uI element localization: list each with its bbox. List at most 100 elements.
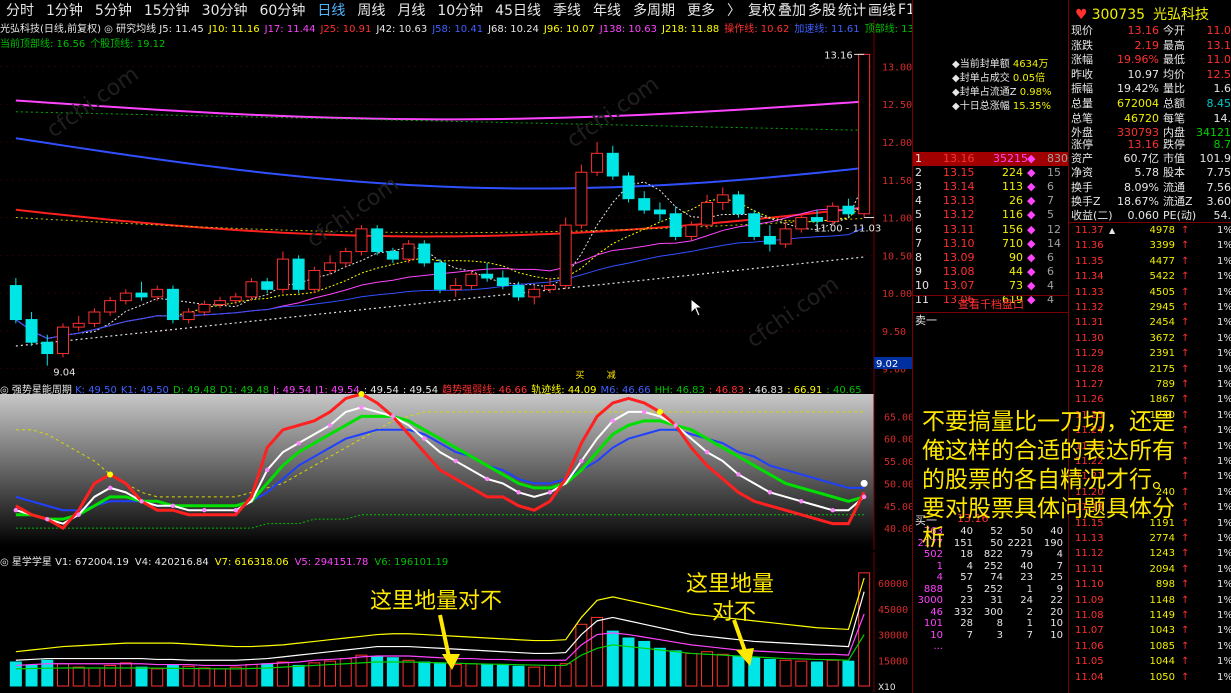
indicator-value: : 46.83 — [708, 385, 745, 396]
period-tab[interactable]: 年线 — [587, 0, 627, 20]
quote-row: 振幅 19.42% 量比 1.6 — [1069, 82, 1231, 96]
stock-header: ♥ 300735 光弘科技 — [1069, 4, 1231, 24]
level-marker-icon: ◆ — [1027, 250, 1036, 264]
tick-percent: 1% — [1217, 425, 1231, 437]
toolbar-tool-button[interactable]: 统计 — [837, 0, 867, 20]
indicator-info-bar: ◎ 强势星能周期 K: 49.50 K1: 49.50 D: 49.48 D1: 49… — [0, 381, 866, 396]
order-book-row: 7 13.10 710 ◆ 14 — [913, 237, 1069, 251]
quote-value: 12.5 — [1206, 67, 1231, 81]
y-tick-label: 10.00 — [882, 289, 912, 300]
annotation-arrow-right — [732, 619, 754, 666]
quote-label: 最高 — [1163, 38, 1185, 52]
level-volume: 90 — [1009, 250, 1023, 264]
period-tab[interactable]: 日线 — [311, 0, 351, 20]
queue-cell: 252 — [983, 560, 1003, 572]
queue-cell: 7 — [1026, 629, 1033, 641]
tick-percent: 1% — [1217, 317, 1231, 329]
stat-label: PE(动) — [1163, 209, 1197, 222]
tick-row: 11.35 4477 ↑ 1% — [1069, 255, 1231, 269]
stat-label: 收益(二) — [1071, 209, 1113, 222]
view-thousand-button[interactable]: 查看千档盘口 — [913, 295, 1069, 313]
period-tab[interactable]: 15分钟 — [138, 0, 196, 20]
volume-bar — [842, 660, 855, 687]
tick-price: 11.10 — [1075, 579, 1104, 591]
volume-bar — [261, 663, 274, 687]
tick-volume: 2454 — [1149, 317, 1175, 329]
stat-value: 8.09% — [1124, 180, 1159, 194]
y-tick-label: 10.50 — [882, 251, 912, 262]
period-tab[interactable]: 月线 — [391, 0, 431, 20]
candle-body — [481, 273, 494, 279]
queue-cell: 7 — [966, 629, 973, 641]
order-book-row: 8 13.09 90 ◆ 6 — [913, 251, 1069, 265]
volume-bar — [669, 650, 682, 687]
tick-row: 11.29 2391 ↑ 1% — [1069, 347, 1231, 361]
y-tick-label: 13.00 — [882, 62, 912, 73]
toolbar-tool-button[interactable]: 画线 — [867, 0, 897, 20]
level-volume: 44 — [1009, 264, 1023, 278]
tick-percent: 1% — [1217, 302, 1231, 313]
queue-row: 101 28 8 1 10 — [913, 618, 1069, 630]
candle-body — [716, 194, 729, 203]
toolbar-tool-button[interactable]: 多股 — [807, 0, 837, 20]
quote-row: 涨幅 19.96% 最低 11.0 — [1069, 53, 1231, 67]
level-number: 3 — [915, 180, 922, 194]
quote-label: 今开 — [1163, 24, 1185, 37]
indicator-value: D1: 49.48 — [219, 385, 270, 396]
queue-row: 4 57 74 23 25 — [913, 572, 1069, 584]
period-tab[interactable]: 分时 — [0, 0, 40, 20]
candle-body — [575, 171, 588, 226]
queue-cell: 252 — [983, 583, 1003, 595]
period-tab[interactable]: 1分钟 — [40, 0, 89, 20]
indicator-value: J1: 49.54 — [315, 385, 360, 396]
candle-body — [638, 198, 651, 211]
queue-cell: 4 — [936, 572, 943, 583]
indicator-value: 趋势强弱线: 46.66 — [442, 385, 528, 396]
volume-bar — [653, 647, 666, 687]
period-tab[interactable]: 周线 — [351, 0, 391, 20]
signal-dot — [107, 471, 114, 478]
indicator-chart[interactable]: 65.00 60.00 55.00 50.00 45.00 40.00 — [0, 380, 912, 550]
period-tab[interactable]: 10分钟 — [431, 0, 489, 20]
level-number: 10 — [915, 278, 929, 292]
period-tab[interactable]: 更多 — [681, 0, 721, 20]
volume-bar — [119, 662, 132, 687]
queue-cell: 25 — [1050, 572, 1063, 583]
stat-label: 涨停 — [1071, 138, 1093, 151]
seal-info-value: 4634万 — [1012, 59, 1049, 70]
quote-label: 总量 — [1071, 97, 1093, 110]
volume-bar — [606, 630, 619, 687]
toolbar-tool-button[interactable]: 叠加 — [777, 0, 807, 20]
period-tab[interactable]: 45日线 — [489, 0, 547, 20]
level-extra: 6 — [1047, 250, 1054, 264]
quote-label: 涨跌 — [1071, 38, 1093, 52]
candle-body — [653, 209, 666, 215]
candle-body — [56, 326, 69, 355]
stat-value: 18.67% — [1117, 194, 1159, 208]
level-number: 2 — [915, 166, 922, 180]
seal-info-label: ◆十日总涨幅 — [952, 101, 1013, 112]
tick-row: 11.27 789 ↑ 1% — [1069, 378, 1231, 392]
period-tab[interactable]: 5分钟 — [89, 0, 138, 20]
period-tab[interactable]: 多周期 — [627, 0, 681, 20]
tick-percent: 1% — [1217, 363, 1231, 375]
seal-info-box: ◆当前封单额 4634万 ◆封单占成交 0.05倍 ◆封单占流通Z 0.98% ◆十日… — [952, 58, 1052, 114]
tick-percent: 1% — [1217, 502, 1231, 514]
candle-body — [386, 251, 399, 260]
quote-label: 总笔 — [1071, 111, 1093, 125]
period-tab[interactable]: 〉 — [721, 0, 747, 20]
period-tab[interactable]: 季线 — [547, 0, 587, 20]
candle-body — [119, 292, 132, 302]
toolbar-tool-button[interactable]: 复权 — [747, 0, 777, 20]
volume-value: V4: 420216.84 — [134, 557, 209, 568]
queue-cell: ... — [933, 641, 943, 652]
tick-up-icon: ↑ — [1181, 625, 1190, 637]
level-price: 13.13 — [943, 194, 975, 208]
order-book-row: 9 13.08 44 ◆ 6 — [913, 265, 1069, 279]
tick-percent: 1% — [1217, 594, 1231, 606]
candle-body — [811, 217, 824, 222]
k-dot — [390, 414, 396, 419]
period-tab[interactable]: 60分钟 — [254, 0, 312, 20]
period-tab[interactable]: 30分钟 — [196, 0, 254, 20]
seal-info-label: ◆当前封单额 — [952, 59, 1013, 70]
